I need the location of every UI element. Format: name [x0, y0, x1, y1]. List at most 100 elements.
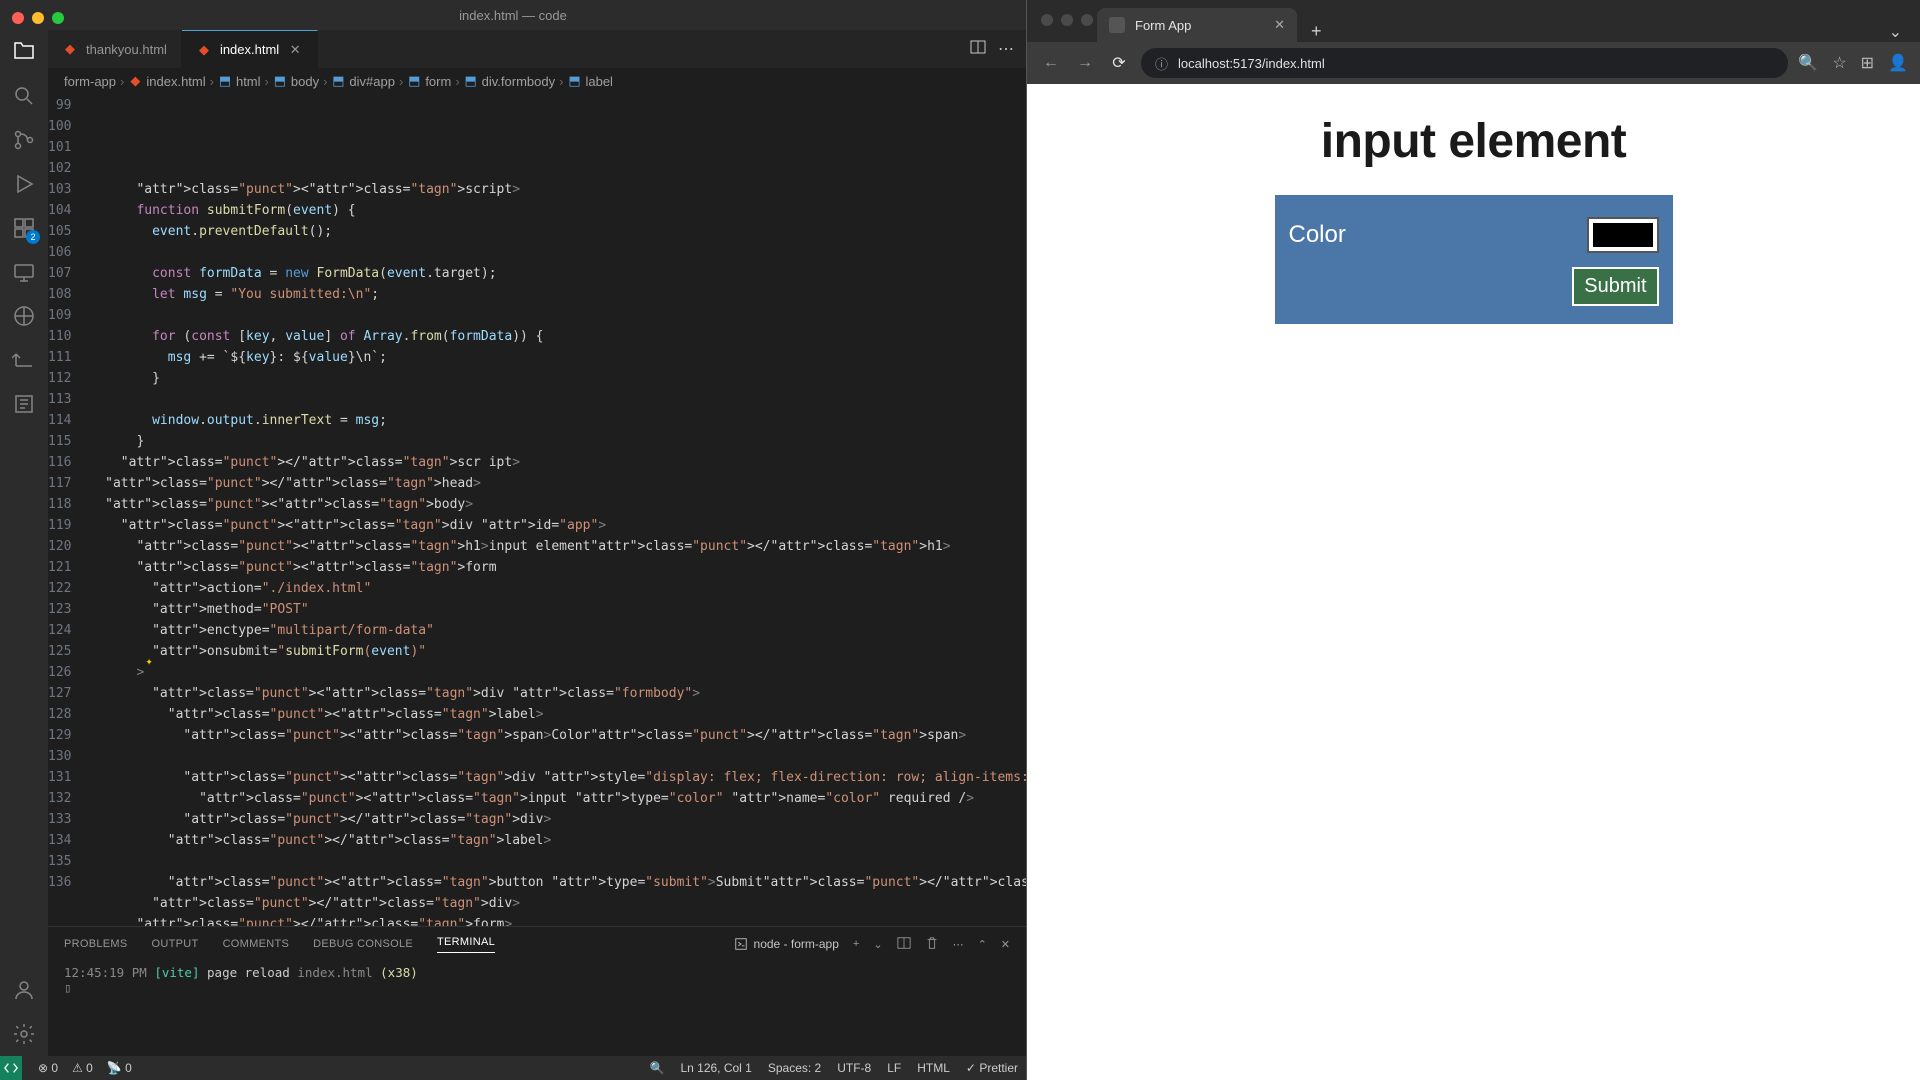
warnings-count[interactable]: ⚠ 0	[72, 1061, 93, 1075]
window-maximize-button[interactable]	[52, 12, 64, 24]
bookmarks-icon[interactable]	[10, 390, 38, 418]
tab-thankyou[interactable]: ◆ thankyou.html	[48, 30, 182, 68]
extensions-badge: 2	[26, 230, 40, 244]
status-bar: ⊗ 0 ⚠ 0 📡 0 🔍 Ln 126, Col 1 Spaces: 2 UT…	[0, 1056, 1026, 1080]
browser-window-controls	[1041, 14, 1093, 26]
editor-area: ◆ thankyou.html ◆ index.html ✕ ⋯ form-ap…	[48, 30, 1026, 1056]
panel-tab-output[interactable]: OUTPUT	[152, 938, 199, 950]
mac-window-controls	[12, 12, 64, 24]
codespaces-icon[interactable]	[10, 302, 38, 330]
close-icon[interactable]: ✕	[287, 42, 303, 58]
site-info-icon[interactable]: ⓘ	[1155, 54, 1168, 73]
terminal-selector[interactable]: node - form-app	[734, 937, 839, 951]
vscode-window: index.html — code 2 ◆ thankyou.html	[0, 0, 1026, 1080]
trash-icon[interactable]	[925, 936, 939, 953]
remote-status-icon[interactable]	[0, 1056, 22, 1080]
panel-tab-debug[interactable]: DEBUG CONSOLE	[313, 938, 413, 950]
forward-button[interactable]: →	[1073, 51, 1097, 75]
color-input[interactable]	[1587, 217, 1659, 253]
extensions-puzzle-icon[interactable]: ⊞	[1861, 53, 1874, 73]
more-icon[interactable]: ⋯	[953, 938, 964, 951]
browser-tab-title: Form App	[1135, 18, 1191, 33]
editor-tabs: ◆ thankyou.html ◆ index.html ✕ ⋯	[48, 30, 1026, 68]
browser-maximize-button[interactable]	[1081, 14, 1093, 26]
accounts-icon[interactable]	[10, 976, 38, 1004]
extensions-icon[interactable]: 2	[10, 214, 38, 242]
crumb-body: ⬒body	[273, 74, 319, 89]
tab-label: index.html	[220, 42, 279, 57]
split-terminal-icon[interactable]	[897, 936, 911, 953]
new-tab-button[interactable]: +	[1305, 21, 1328, 42]
language-mode[interactable]: HTML	[917, 1061, 950, 1075]
panel-tab-problems[interactable]: PROBLEMS	[64, 938, 128, 950]
tab-label: thankyou.html	[86, 42, 167, 57]
line-gutter: 9910010110210310410510610710810911011111…	[48, 94, 89, 926]
chevron-down-icon[interactable]: ⌄	[873, 938, 882, 951]
profile-icon[interactable]: 👤	[1888, 53, 1908, 73]
lightbulb-icon[interactable]: ✦	[145, 651, 152, 672]
reload-button[interactable]: ⟳	[1107, 51, 1131, 75]
crumb-html: ⬒html	[218, 74, 261, 89]
submit-button[interactable]: Submit	[1572, 267, 1658, 306]
color-label: Color	[1289, 221, 1346, 249]
page-heading: input element	[1321, 114, 1627, 169]
color-swatch	[1593, 223, 1653, 247]
bookmark-icon[interactable]: ☆	[1832, 53, 1846, 73]
ports-count[interactable]: 📡 0	[107, 1061, 132, 1075]
window-close-button[interactable]	[12, 12, 24, 24]
formatter[interactable]: ✓ Prettier	[966, 1061, 1018, 1075]
crumb-app: ⬒div#app	[331, 74, 395, 89]
maximize-panel-icon[interactable]: ⌃	[978, 938, 987, 951]
errors-count[interactable]: ⊗ 0	[38, 1061, 58, 1075]
search-status-icon[interactable]: 🔍	[650, 1061, 665, 1075]
browser-window: Form App ✕ + ⌄ ← → ⟳ ⓘ localhost:5173/in…	[1026, 0, 1920, 1080]
url-text: localhost:5173/index.html	[1178, 56, 1774, 71]
split-editor-icon[interactable]	[970, 39, 986, 60]
url-bar[interactable]: ⓘ localhost:5173/index.html	[1141, 48, 1788, 78]
zoom-icon[interactable]: 🔍	[1798, 53, 1818, 73]
browser-minimize-button[interactable]	[1061, 14, 1073, 26]
tab-actions: ⋯	[958, 30, 1026, 68]
panel-tabs: PROBLEMS OUTPUT COMMENTS DEBUG CONSOLE T…	[48, 927, 1026, 961]
breadcrumbs[interactable]: form-app› ◆index.html› ⬒html› ⬒body› ⬒di…	[48, 68, 1026, 94]
browser-tab[interactable]: Form App ✕	[1097, 8, 1297, 42]
crumb-file: ◆index.html	[128, 74, 205, 89]
eol[interactable]: LF	[887, 1061, 901, 1075]
close-panel-icon[interactable]: ✕	[1001, 938, 1010, 951]
source-control-icon[interactable]	[10, 126, 38, 154]
tab-index[interactable]: ◆ index.html ✕	[182, 30, 318, 68]
activity-bar: 2	[0, 30, 48, 1056]
favicon	[1109, 17, 1125, 33]
html-file-icon: ◆	[196, 42, 212, 58]
settings-gear-icon[interactable]	[10, 1020, 38, 1048]
code-editor[interactable]: 9910010110210310410510610710810911011111…	[48, 94, 1026, 926]
html-file-icon: ◆	[62, 41, 78, 57]
panel-tab-comments[interactable]: COMMENTS	[223, 938, 290, 950]
timeline-icon[interactable]	[10, 346, 38, 374]
form-card: Color Submit	[1275, 195, 1673, 324]
crumb-root: form-app	[64, 74, 116, 89]
indentation[interactable]: Spaces: 2	[768, 1061, 821, 1075]
browser-tab-strip: Form App ✕ + ⌄	[1027, 0, 1920, 42]
browser-toolbar: ← → ⟳ ⓘ localhost:5173/index.html 🔍 ☆ ⊞ …	[1027, 42, 1920, 84]
terminal-output[interactable]: 12:45:19 PM [vite] page reload index.htm…	[48, 961, 1026, 1056]
crumb-label: ⬒label	[567, 74, 612, 89]
more-icon[interactable]: ⋯	[998, 39, 1014, 59]
search-icon[interactable]	[10, 82, 38, 110]
cursor-position[interactable]: Ln 126, Col 1	[680, 1061, 751, 1075]
crumb-formbody: ⬒div.formbody	[464, 74, 555, 89]
encoding[interactable]: UTF-8	[837, 1061, 871, 1075]
page-content: input element Color Submit	[1027, 84, 1920, 1080]
tab-overflow-icon[interactable]: ⌄	[1881, 22, 1910, 42]
browser-close-button[interactable]	[1041, 14, 1053, 26]
window-minimize-button[interactable]	[32, 12, 44, 24]
explorer-icon[interactable]	[10, 38, 38, 66]
bottom-panel: PROBLEMS OUTPUT COMMENTS DEBUG CONSOLE T…	[48, 926, 1026, 1056]
remote-icon[interactable]	[10, 258, 38, 286]
run-debug-icon[interactable]	[10, 170, 38, 198]
back-button[interactable]: ←	[1039, 51, 1063, 75]
panel-tab-terminal[interactable]: TERMINAL	[437, 936, 495, 953]
add-terminal-icon[interactable]: +	[853, 938, 859, 950]
code-content[interactable]: ✦ "attr">class="punct"><"attr">class="ta…	[89, 94, 1026, 926]
close-tab-icon[interactable]: ✕	[1274, 17, 1285, 33]
